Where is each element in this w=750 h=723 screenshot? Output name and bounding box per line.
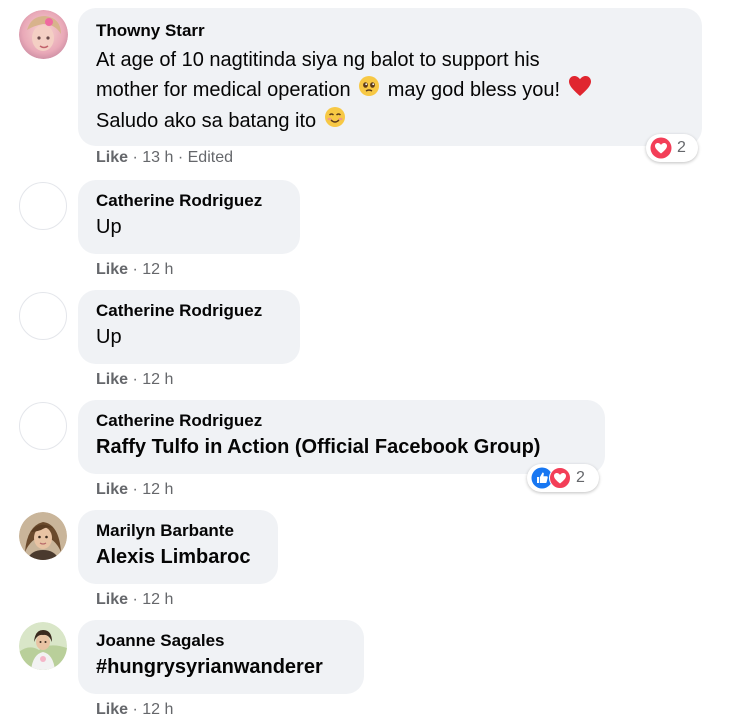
meta-separator: · [132, 149, 138, 166]
comment-meta: Like · 12 h [96, 701, 173, 719]
meta-separator: · [132, 371, 138, 388]
comment-bubble: Catherine Rodriguez Raffy Tulfo in Actio… [78, 400, 605, 474]
avatar[interactable] [19, 622, 67, 670]
comment-timestamp[interactable]: 12 h [142, 591, 173, 608]
comment-meta: Like · 12 h [96, 481, 173, 499]
comment-meta: Like · 13 h · Edited [96, 149, 233, 167]
hashtag-link[interactable]: #hungrysyrianwanderer [96, 652, 346, 682]
meta-separator: · [132, 261, 138, 278]
comment-meta: Like · 12 h [96, 371, 173, 389]
comment-author[interactable]: Marilyn Barbante [96, 520, 260, 542]
like-link[interactable]: Like [96, 149, 128, 166]
comment-author[interactable]: Joanne Sagales [96, 630, 346, 652]
like-link[interactable]: Like [96, 701, 128, 718]
comment-line-1: At age of 10 nagtitinda siya ng balot to… [96, 49, 540, 71]
comment-line-4: Saludo ako sa batang ito [96, 110, 317, 133]
reaction-count: 2 [677, 139, 686, 156]
avatar[interactable] [19, 402, 67, 450]
comment-line-2: mother for medical operation [96, 79, 351, 101]
comment-author[interactable]: Catherine Rodriguez [96, 190, 282, 212]
comment-line-3: may god bless you! [387, 79, 561, 101]
comment-bubble: Marilyn Barbante Alexis Limbaroc [78, 510, 278, 584]
comment-text-line-3: Saludo ako sa batang ito [96, 106, 684, 137]
smiling-face-emoji-icon [324, 106, 346, 137]
reaction-count: 2 [576, 469, 585, 486]
reaction-summary[interactable]: 2 [646, 134, 698, 162]
like-link[interactable]: Like [96, 481, 128, 498]
tagged-group-link[interactable]: Raffy Tulfo in Action (Official Facebook… [96, 432, 587, 462]
comment-timestamp[interactable]: 12 h [142, 261, 173, 278]
comment-timestamp[interactable]: 12 h [142, 701, 173, 718]
like-link[interactable]: Like [96, 371, 128, 388]
comment-text: At age of 10 nagtitinda siya ng balot to… [96, 45, 684, 75]
meta-separator: · [132, 701, 138, 718]
meta-separator: · [177, 149, 184, 166]
comment-bubble: Catherine Rodriguez Up [78, 290, 300, 364]
comment-text: Up [96, 326, 122, 348]
comment-bubble: Joanne Sagales #hungrysyrianwanderer [78, 620, 364, 694]
edited-label: Edited [187, 149, 233, 166]
avatar[interactable] [19, 292, 67, 340]
comment-author[interactable]: Catherine Rodriguez [96, 410, 587, 432]
reaction-summary[interactable]: 2 [527, 464, 599, 492]
like-link[interactable]: Like [96, 261, 128, 278]
meta-separator: · [132, 591, 138, 608]
comment-meta: Like · 12 h [96, 261, 173, 279]
comment-author[interactable]: Catherine Rodriguez [96, 300, 282, 322]
heart-reaction-icon [650, 137, 672, 159]
avatar[interactable] [19, 182, 67, 230]
comment-bubble: Thowny Starr At age of 10 nagtitinda siy… [78, 8, 702, 146]
comment-text: Up [96, 216, 122, 238]
comment-bubble: Catherine Rodriguez Up [78, 180, 300, 254]
heart-reaction-icon [549, 467, 571, 489]
comment-timestamp[interactable]: 12 h [142, 481, 173, 498]
pleading-face-emoji-icon [358, 75, 380, 106]
tagged-person-link[interactable]: Alexis Limbaroc [96, 542, 260, 572]
comment-timestamp[interactable]: 12 h [142, 371, 173, 388]
comment-text-line-2: mother for medical operation may god ble… [96, 75, 684, 106]
comment-author[interactable]: Thowny Starr [96, 20, 684, 42]
red-heart-emoji-icon [568, 75, 592, 106]
comment-timestamp[interactable]: 13 h [142, 149, 173, 166]
meta-separator: · [132, 481, 138, 498]
avatar[interactable] [19, 512, 67, 560]
like-link[interactable]: Like [96, 591, 128, 608]
comment-meta: Like · 12 h [96, 591, 173, 609]
avatar[interactable] [19, 10, 68, 59]
